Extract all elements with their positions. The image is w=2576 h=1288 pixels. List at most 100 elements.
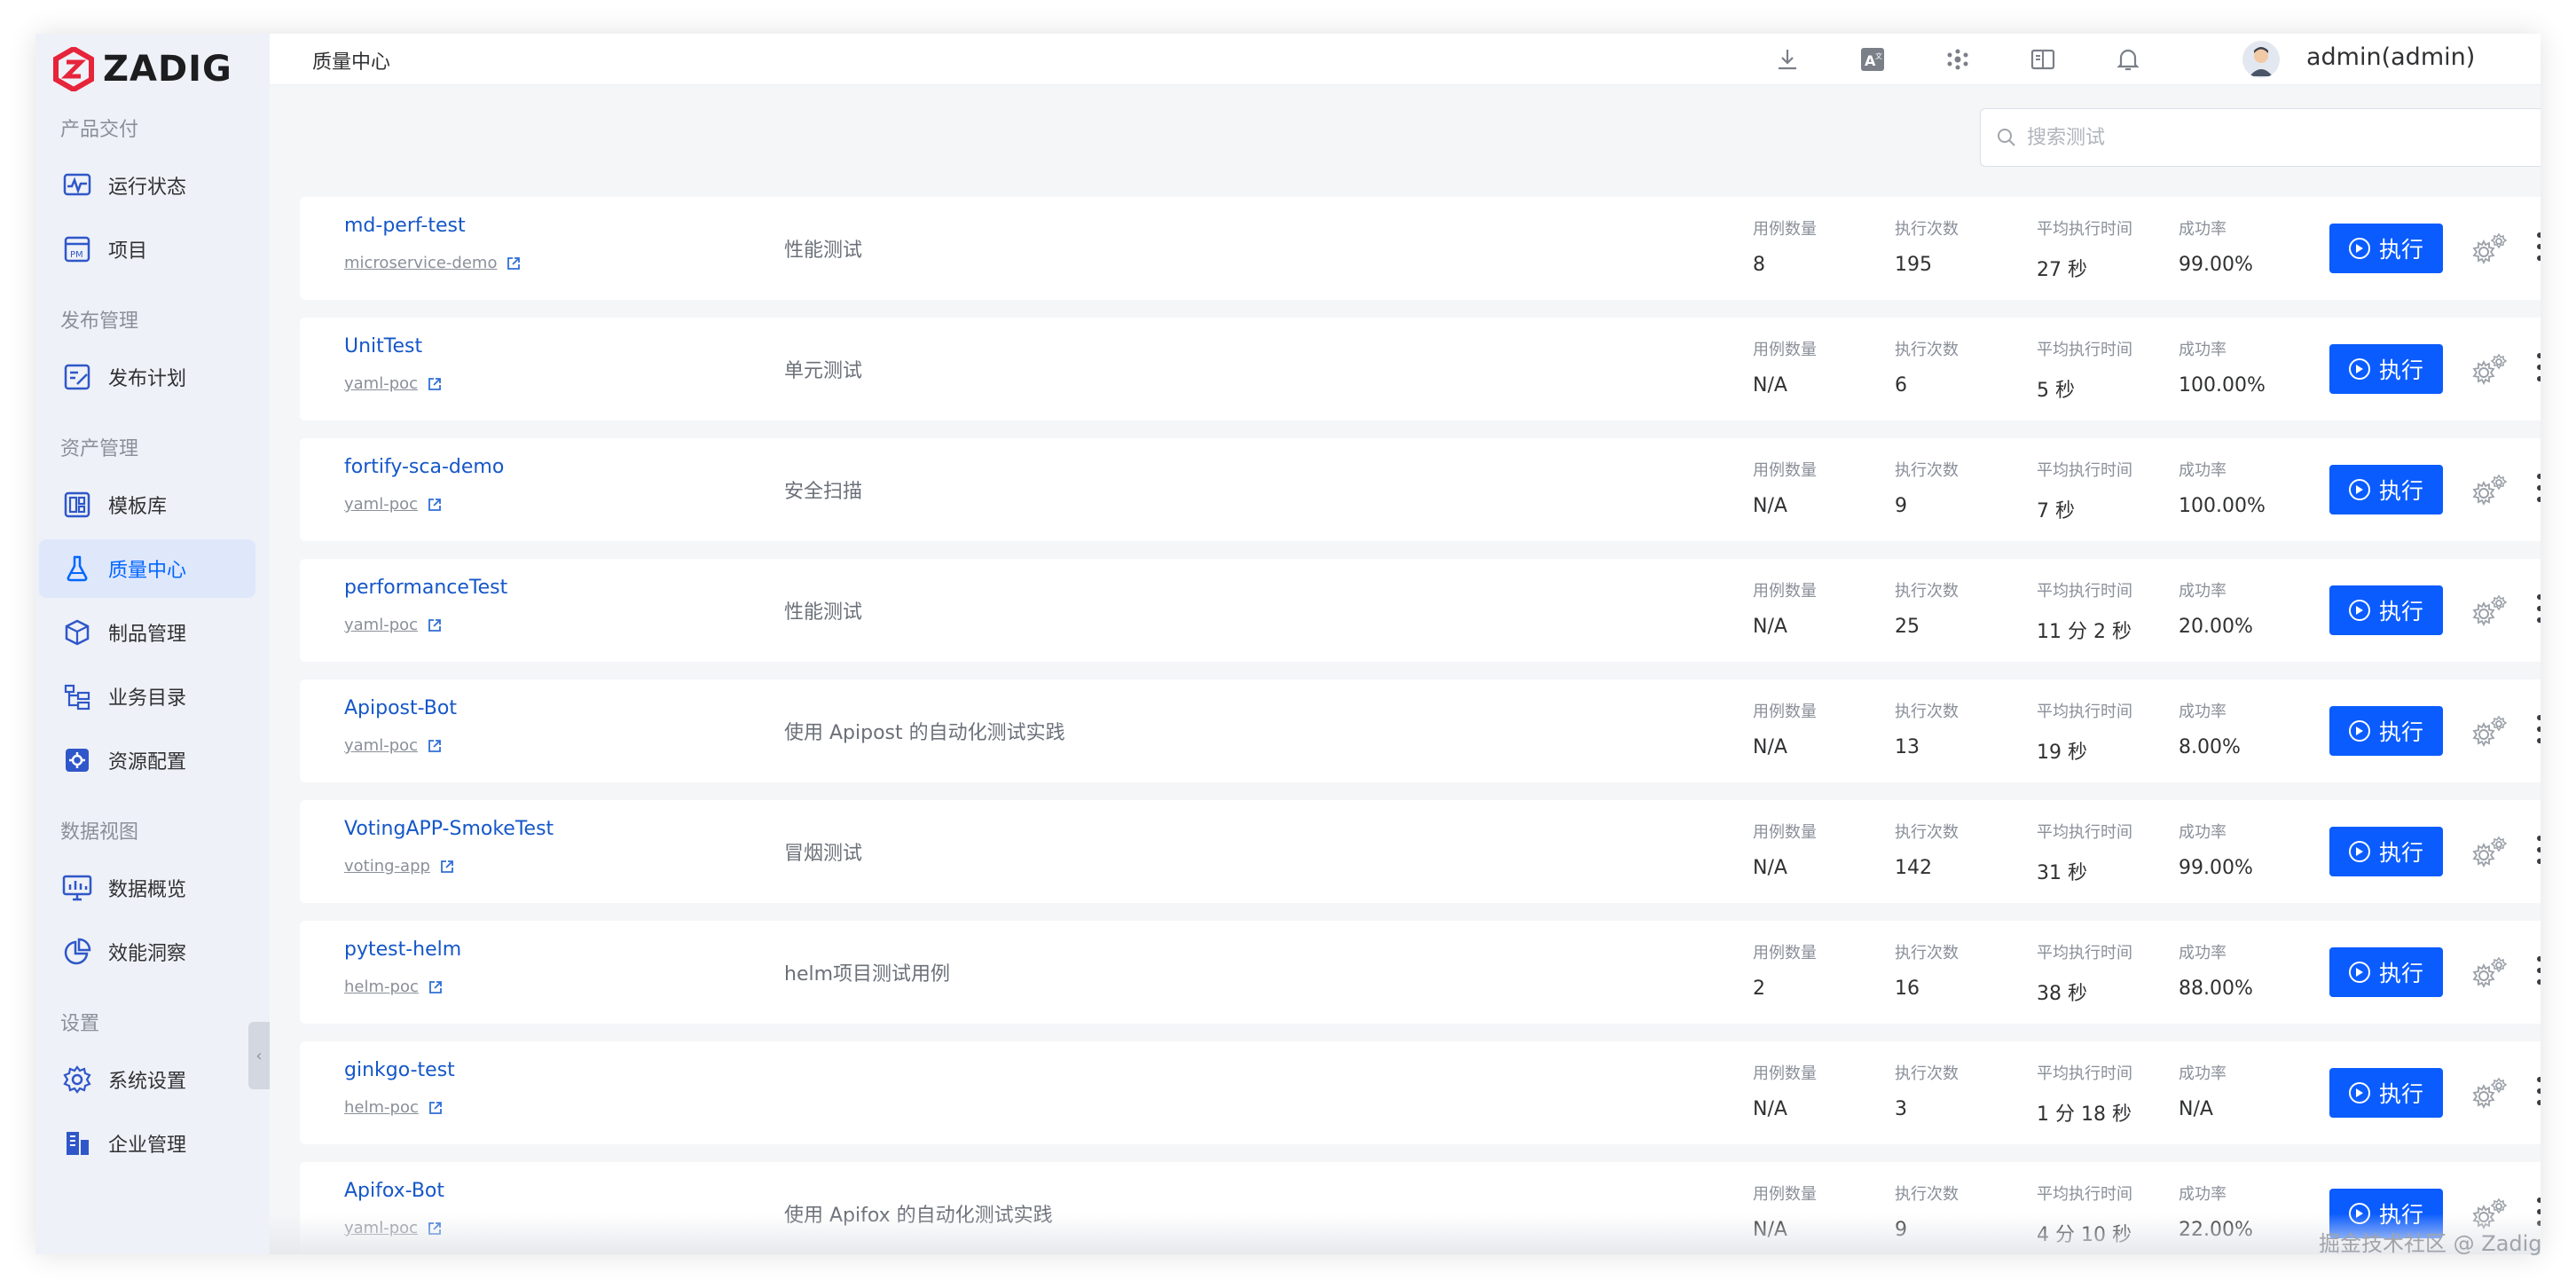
row-more-icon[interactable] — [2533, 715, 2541, 743]
stat-runs: 执行次数 9 — [1895, 458, 1959, 517]
username[interactable]: admin(admin) — [2306, 43, 2475, 71]
sidebar-item-label: 项目 — [108, 240, 148, 263]
row-more-icon[interactable] — [2533, 353, 2541, 381]
run-button[interactable]: 执行 — [2329, 224, 2443, 273]
logo-text: ZADIG — [103, 49, 232, 90]
run-button[interactable]: 执行 — [2329, 465, 2443, 514]
enterprise-building-icon — [62, 1128, 92, 1158]
stat-avg-time: 平均执行时间 11 分 2 秒 — [2037, 578, 2132, 644]
project-link[interactable]: helm-poc — [344, 1098, 444, 1117]
run-button[interactable]: 执行 — [2329, 827, 2443, 876]
project-link[interactable]: yaml-poc — [344, 374, 443, 393]
external-link-icon — [427, 738, 443, 754]
row-more-icon[interactable] — [2533, 1077, 2541, 1105]
stat-value: 88.00% — [2179, 978, 2253, 1000]
stat-label: 平均执行时间 — [2037, 1064, 2132, 1083]
sidebar-item-resource-config[interactable]: 资源配置 — [39, 731, 255, 789]
settings-gears-icon[interactable] — [2470, 954, 2509, 990]
sidebar-item-data-overview[interactable]: 数据概览 — [39, 859, 255, 917]
sidebar-item-template-library[interactable]: 模板库 — [39, 475, 255, 534]
stat-value: 5 秒 — [2037, 380, 2075, 402]
sidebar-item-run-status[interactable]: 运行状态 — [39, 156, 255, 215]
stat-cases: 用例数量 8 — [1753, 216, 1817, 276]
nav-group-label: 发布管理 — [60, 310, 139, 333]
row-more-icon[interactable] — [2533, 232, 2541, 261]
settings-gears-icon[interactable] — [2470, 593, 2509, 628]
test-description: 冒烟测试 — [784, 843, 863, 865]
run-button[interactable]: 执行 — [2329, 344, 2443, 394]
test-name-link[interactable]: pytest-helm — [344, 939, 461, 961]
stat-label: 成功率 — [2179, 341, 2227, 359]
system-settings-gear-icon — [62, 1064, 92, 1095]
docs-book-icon[interactable] — [2028, 44, 2058, 75]
run-button[interactable]: 执行 — [2329, 1068, 2443, 1118]
table-row: ginkgo-test helm-poc 用例数量 N/A 执行次数 3 平均执行… — [300, 1041, 2541, 1144]
run-button[interactable]: 执行 — [2329, 585, 2443, 635]
sidebar-item-label: 发布计划 — [108, 368, 187, 390]
row-more-icon[interactable] — [2533, 474, 2541, 502]
flask-icon — [62, 554, 92, 584]
settings-gears-icon[interactable] — [2470, 472, 2509, 507]
stat-success: 成功率 20.00% — [2179, 578, 2253, 638]
table-row: Apipost-Bot yaml-poc 使用 Apipost 的自动化测试实践 用… — [300, 679, 2541, 782]
download-icon[interactable] — [1772, 44, 1802, 75]
settings-gears-icon[interactable] — [2470, 713, 2509, 749]
sidebar-item-artifact-management[interactable]: 制品管理 — [39, 603, 255, 662]
run-button[interactable]: 执行 — [2329, 947, 2443, 997]
test-name-link[interactable]: UnitTest — [344, 335, 422, 357]
search-icon — [1998, 129, 2015, 146]
avatar[interactable] — [2242, 41, 2280, 78]
stat-value: 13 — [1895, 736, 1920, 758]
project-link[interactable]: microservice-demo — [344, 254, 522, 272]
stat-runs: 执行次数 6 — [1895, 337, 1959, 397]
search-box[interactable] — [1980, 108, 2541, 167]
sidebar-collapse-button[interactable]: ‹ — [248, 1022, 270, 1089]
stat-label: 成功率 — [2179, 461, 2227, 480]
stat-label: 平均执行时间 — [2037, 944, 2132, 962]
stat-label: 成功率 — [2179, 944, 2227, 962]
logo[interactable]: ZADIG — [53, 44, 232, 94]
sidebar-item-business-catalog[interactable]: 业务目录 — [39, 667, 255, 726]
sidebar-item-quality-center[interactable]: 质量中心 — [39, 539, 255, 598]
watermark: 掘金技术社区 @ Zadig — [2319, 1231, 2542, 1256]
stat-value: 2 — [1753, 978, 1765, 1000]
project-link[interactable]: yaml-poc — [344, 495, 443, 514]
test-name-link[interactable]: md-perf-test — [344, 215, 466, 237]
test-name-link[interactable]: performanceTest — [344, 577, 507, 599]
row-more-icon[interactable] — [2533, 594, 2541, 623]
test-name-link[interactable]: VotingAPP-SmokeTest — [344, 818, 554, 840]
test-name-link[interactable]: Apipost-Bot — [344, 697, 457, 719]
row-more-icon[interactable] — [2533, 956, 2541, 985]
settings-gears-icon[interactable] — [2470, 231, 2509, 266]
project-link[interactable]: yaml-poc — [344, 616, 443, 634]
settings-gears-icon[interactable] — [2470, 351, 2509, 387]
sidebar-item-label: 质量中心 — [108, 560, 187, 582]
notification-bell-icon[interactable] — [2113, 44, 2143, 75]
stat-cases: 用例数量 N/A — [1753, 458, 1817, 517]
test-name-link[interactable]: ginkgo-test — [344, 1059, 455, 1081]
test-name-link[interactable]: Apifox-Bot — [344, 1180, 444, 1202]
stat-label: 用例数量 — [1753, 582, 1817, 601]
sidebar-item-projects[interactable]: PM 项目 — [39, 220, 255, 279]
project-link[interactable]: helm-poc — [344, 978, 444, 996]
external-link-icon — [427, 376, 443, 392]
translate-icon[interactable]: A文 — [1857, 44, 1888, 75]
plugin-dots-icon[interactable] — [1943, 44, 1973, 75]
sidebar-item-efficiency-insight[interactable]: 效能洞察 — [39, 923, 255, 981]
sidebar-item-release-plan[interactable]: 发布计划 — [39, 348, 255, 406]
stat-label: 平均执行时间 — [2037, 1185, 2132, 1204]
settings-gears-icon[interactable] — [2470, 1075, 2509, 1111]
test-name-link[interactable]: fortify-sca-demo — [344, 456, 504, 478]
sidebar-item-system-settings[interactable]: 系统设置 — [39, 1050, 255, 1109]
project-link[interactable]: yaml-poc — [344, 736, 443, 755]
row-more-icon[interactable] — [2533, 836, 2541, 864]
stat-label: 成功率 — [2179, 220, 2227, 239]
search-input[interactable] — [2027, 126, 2524, 149]
run-button[interactable]: 执行 — [2329, 706, 2443, 756]
stat-label: 平均执行时间 — [2037, 823, 2132, 842]
settings-gears-icon[interactable] — [2470, 834, 2509, 869]
sidebar-item-enterprise-management[interactable]: 企业管理 — [39, 1114, 255, 1173]
stat-value: 7 秒 — [2037, 500, 2075, 522]
stat-value: 38 秒 — [2037, 983, 2087, 1005]
project-link[interactable]: voting-app — [344, 857, 455, 876]
